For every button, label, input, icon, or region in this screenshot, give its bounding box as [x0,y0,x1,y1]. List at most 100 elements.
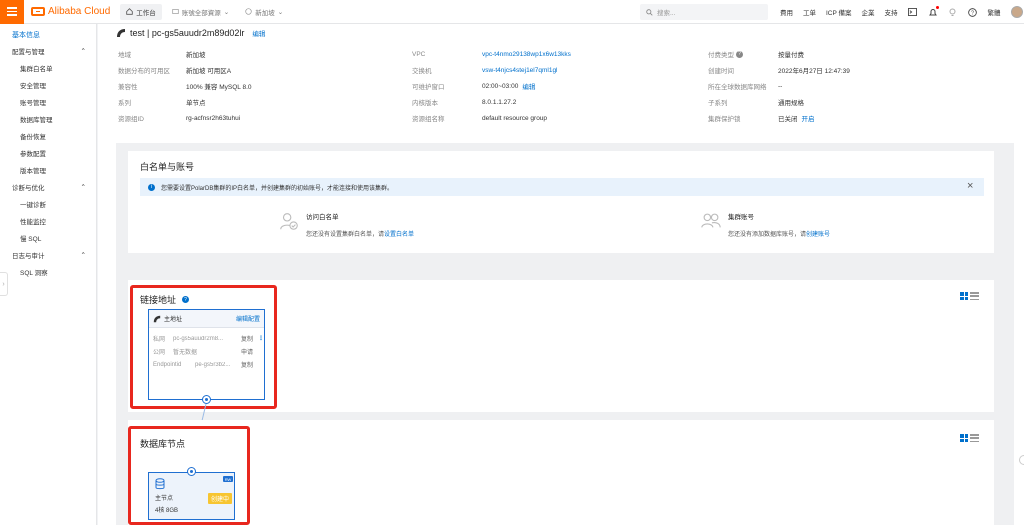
sidebar-item-whitelist[interactable]: 集群白名单 [0,59,96,76]
sidebar-group-audit[interactable]: 日志与审计 ⌃ [0,246,96,263]
nodes-view-toggle[interactable] [960,434,979,442]
cluster-account-title: 集群账号 [728,214,754,221]
apply-button[interactable]: 申请 [241,347,253,356]
connector-dot [202,395,211,404]
icp-link[interactable]: ICP 備案 [826,7,852,17]
endpoint-row-public: 公网 暂无数据 申请 [149,345,264,358]
vpc-link[interactable]: vpc-t4nmo29138wp1x6w13kks [482,51,571,58]
workbench-button[interactable]: 工作台 [120,3,162,20]
chevron-right-icon: › [2,280,5,288]
sidebar-item-monitor[interactable]: 性能监控 [0,212,96,229]
page-header: test | pc-gs5auudr2m89d02lr 编辑 [116,28,265,38]
folder-icon [172,9,179,14]
language-switch[interactable]: 繁體 [988,7,1001,17]
set-whitelist-link[interactable]: 设置白名单 [384,232,414,238]
sidebar-item-databases[interactable]: 数据库管理 [0,110,96,127]
sidebar-item-backup[interactable]: 备份恢复 [0,127,96,144]
nodes-section [128,420,994,525]
vswitch-link[interactable]: vsw-t4njcs4stej1el7qml1gl [482,67,558,74]
support-link[interactable]: 支持 [885,7,898,17]
search-icon [646,8,653,16]
alibaba-logo-icon [31,7,45,16]
edit-maintenance-window-button[interactable]: 编辑 [522,81,535,91]
node-role: 主节点 [155,496,174,502]
sidebar-item-parameters[interactable]: 参数配置 [0,144,96,161]
chevron-down-icon: ⌄ [277,8,284,16]
info-row: 兼容性 100% 兼容 MySQL 8.0 可维护窗口 02:00~03:00 编… [118,81,783,92]
alibaba-cloud-logo[interactable]: Alibaba Cloud [31,6,110,17]
info-row: 系列 单节点 内核版本 8.0.1.1.27.2 子系列 通用规格 [118,98,804,108]
sidebar: 基本信息 配置与管理 ⌃ 集群白名单 安全管理 账号管理 数据库管理 备份恢复 参… [0,24,97,525]
terminal-icon[interactable] [908,7,918,17]
access-whitelist-block: 访问白名单 您还没有设置集群白名单，请设置白名单 [278,210,414,238]
whitelist-section-title: 白名单与账号 [140,162,195,172]
list-view-icon[interactable] [970,292,979,300]
edit-config-button[interactable]: 编辑配置 [236,314,260,323]
region-selector[interactable]: 新加坡 ⌄ [239,4,289,20]
info-row: 地域 新加坡 VPC vpc-t4nmo29138wp1x6w13kks 付费类… [118,50,804,59]
user-check-icon [280,213,298,230]
billing-link[interactable]: 費用 [780,7,793,17]
copy-button[interactable]: 复制 [241,360,253,369]
sidebar-item-slow-sql[interactable]: 慢 SQL [0,229,96,246]
home-icon [126,8,133,15]
info-row: 资源组ID rg-acfnsr2h63tuhui 资源组名称 default r… [118,113,815,124]
sidebar-collapse-toggle[interactable]: › [0,272,8,296]
sidebar-item-version[interactable]: 版本管理 [0,161,96,178]
hamburger-menu-button[interactable] [0,0,24,24]
chevron-up-icon: ⌃ [80,47,86,55]
grid-view-icon[interactable] [960,434,968,442]
chevron-up-icon: ⌃ [80,183,86,191]
top-nav: 工作台 账號全部資源 ⌄ 新加坡 ⌄ [120,3,289,20]
enterprise-link[interactable]: 企業 [862,7,875,17]
sidebar-item-basic-info[interactable]: 基本信息 [0,24,96,42]
chevron-up-icon: ⌃ [80,251,86,259]
status-badge: 创建中 [208,493,233,504]
more-options-icon[interactable]: ⋮ [258,335,264,342]
polardb-logo-icon [153,315,161,322]
top-right-links: 費用 工单 ICP 備案 企業 支持 ? 繁體 [780,0,1023,24]
users-icon [701,213,721,228]
grid-view-icon[interactable] [960,292,968,300]
primary-endpoint-card: 主地址 编辑配置 私网 pc-gs5auudr2m8... 复制 ⋮ 公网 暂无… [148,309,265,400]
list-view-icon[interactable] [970,434,979,442]
node-spec: 4核 8GB [155,508,179,514]
whitelist-notice: i 您需要设置PolarDB集群的IP白名单，并创建集群的初始账号，才能连接和使… [140,178,984,196]
endpoint-row-id: Endpointid pe-gs5r3b2... 复制 [153,360,254,370]
chevron-down-icon: ⌄ [223,8,230,16]
globe-icon [245,8,252,15]
ticket-link[interactable]: 工单 [803,7,816,17]
info-row: 数据分布的可用区 新加坡 可用区A 交换机 vsw-t4njcs4stej1el… [118,66,850,76]
edit-title-button[interactable]: 编辑 [252,28,265,38]
avatar[interactable] [1010,6,1023,18]
endpoint-card-title: 主地址 [164,317,183,323]
endpoint-view-toggle[interactable] [960,292,979,300]
close-icon[interactable]: × [967,181,973,192]
sidebar-item-security[interactable]: 安全管理 [0,76,96,93]
floating-help-button[interactable] [1019,455,1024,465]
access-whitelist-title: 访问白名单 [306,214,339,221]
bell-icon[interactable] [928,6,939,17]
sidebar-item-sql-insight[interactable]: SQL 洞察 [0,263,96,280]
sidebar-group-diagnosis[interactable]: 诊断与优化 ⌃ [0,178,96,195]
create-account-link[interactable]: 创建账号 [806,232,830,238]
top-bar: Alibaba Cloud 工作台 账號全部資源 ⌄ 新加坡 ⌄ 搜索... 費… [0,0,1024,24]
sidebar-item-accounts[interactable]: 账号管理 [0,93,96,110]
lightbulb-icon[interactable] [948,7,958,17]
help-icon[interactable]: ? [968,7,978,17]
primary-node-card[interactable]: RW 主节点 4核 8GB 创建中 [148,472,235,520]
info-icon: i [148,183,155,191]
help-icon[interactable]: ? [736,50,743,58]
whitelist-section [128,151,994,253]
sidebar-group-config[interactable]: 配置与管理 ⌃ [0,42,96,59]
resource-group-selector[interactable]: 账號全部資源 ⌄ [166,4,235,20]
connector-dot [187,467,196,476]
notification-badge [935,6,939,9]
svg-text:?: ? [971,10,974,16]
copy-button[interactable]: 复制 [241,334,253,343]
database-icon [155,478,165,490]
sidebar-item-diagnose[interactable]: 一键诊断 [0,195,96,212]
search-input[interactable]: 搜索... [640,4,768,20]
page-title: test | pc-gs5auudr2m89d02lr [130,28,245,38]
enable-protection-lock-button[interactable]: 开启 [802,113,815,123]
